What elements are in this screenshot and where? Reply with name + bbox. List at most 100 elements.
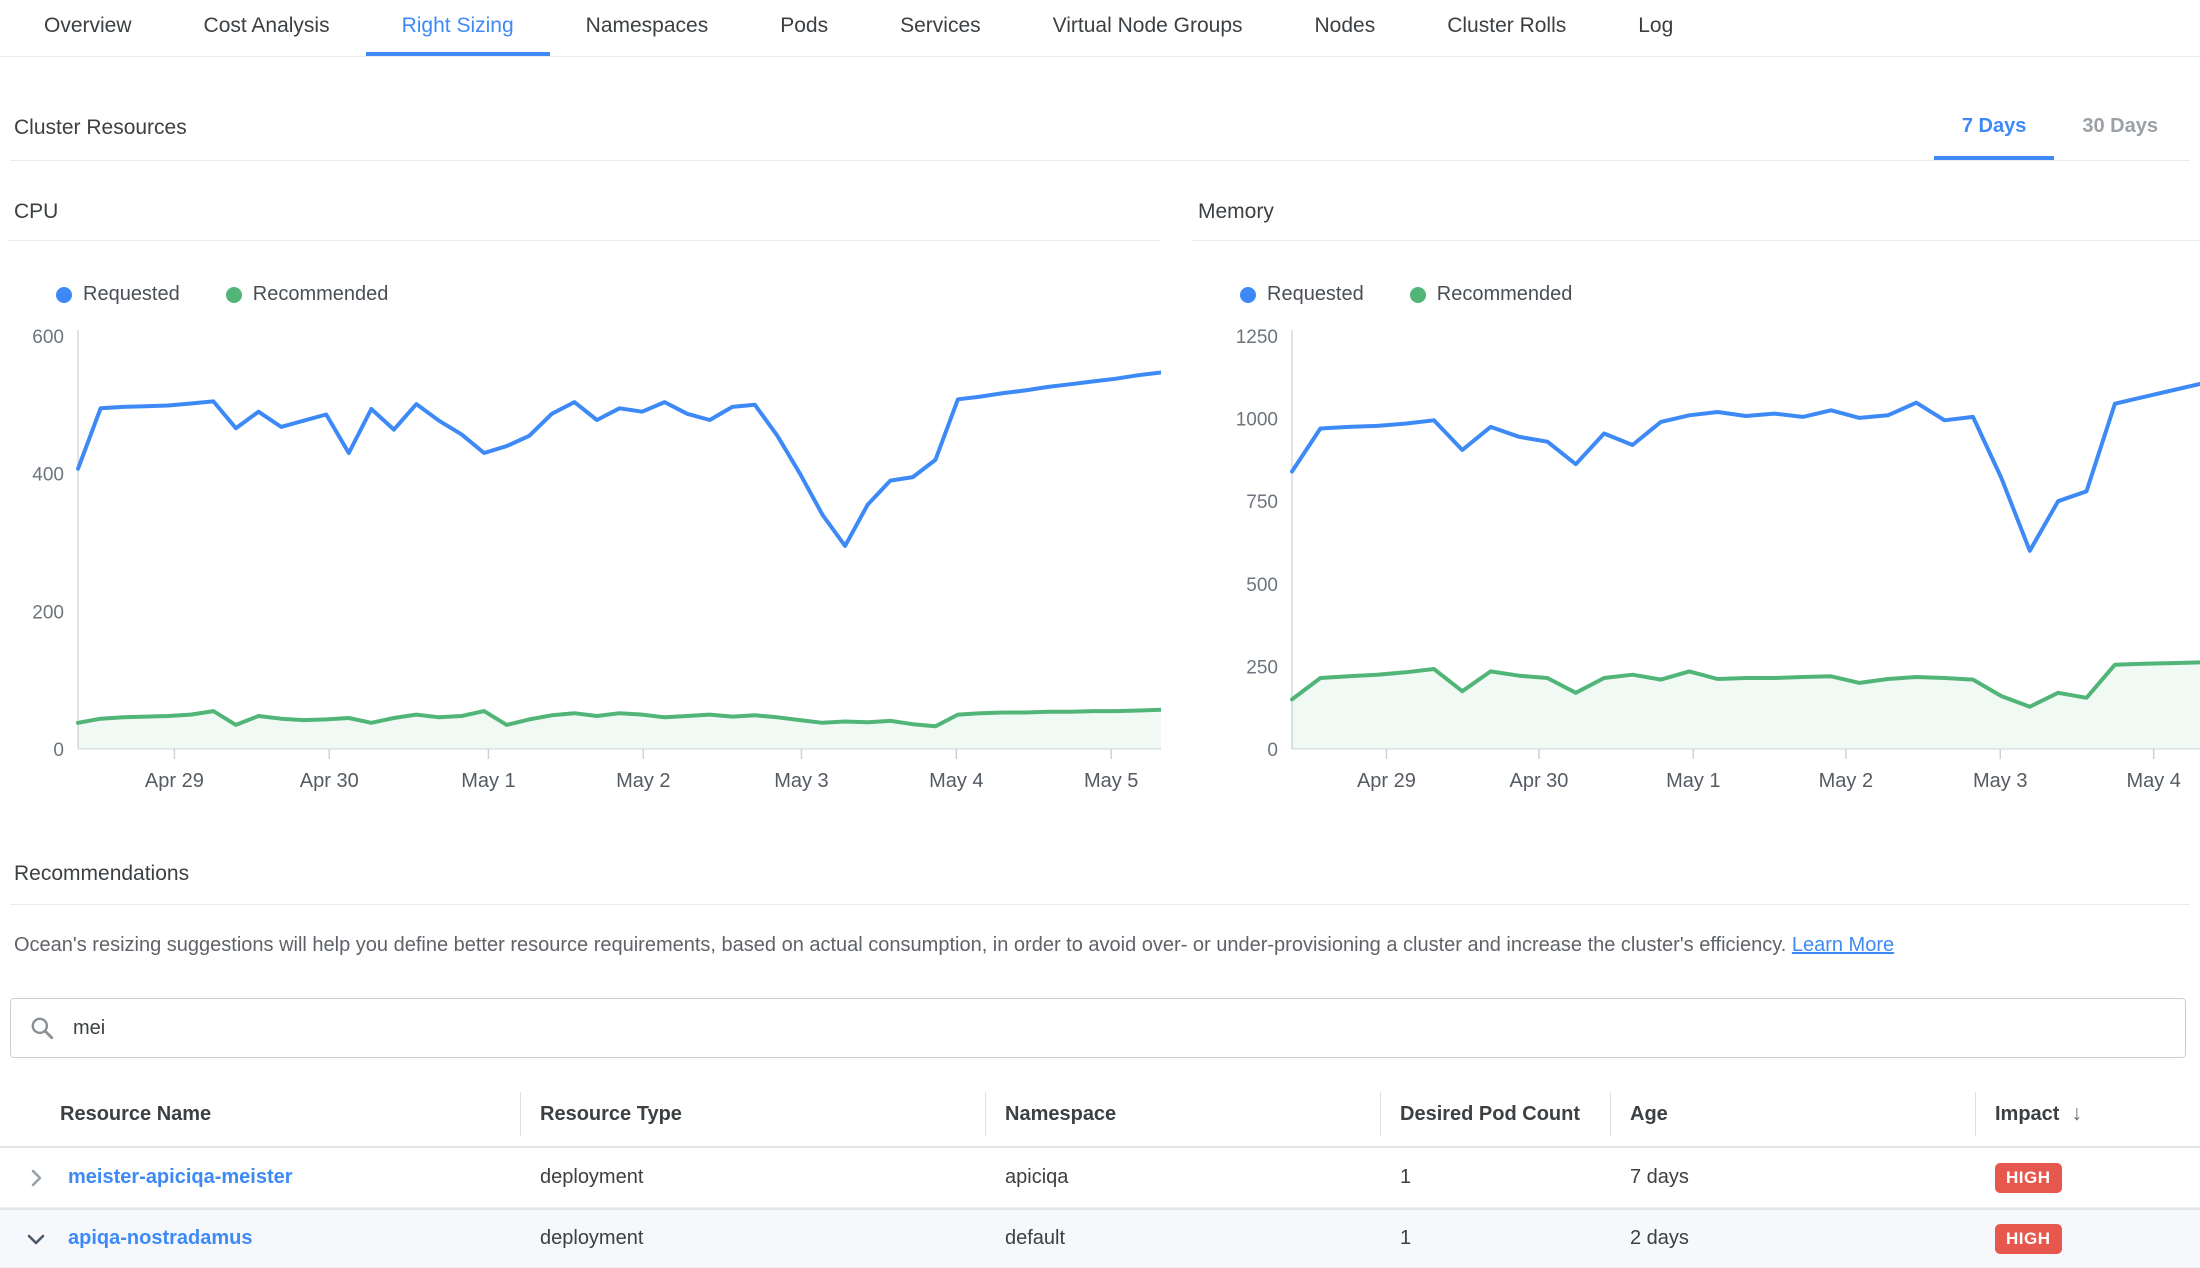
recommended-dot-icon: [226, 287, 242, 303]
sort-desc-icon[interactable]: ↓: [2071, 1102, 2082, 1126]
recommendations-description: Ocean's resizing suggestions will help y…: [10, 931, 2190, 959]
column-header-age[interactable]: Age: [1610, 1082, 1975, 1146]
svg-text:1250: 1250: [1236, 327, 1278, 348]
svg-text:Apr 30: Apr 30: [300, 770, 359, 792]
svg-text:200: 200: [32, 602, 64, 623]
cpu-panel: CPU Requested Recommended 0 200 400 600 Apr …: [8, 186, 1161, 792]
desired-pod-count-cell: 1: [1380, 1227, 1610, 1250]
svg-text:0: 0: [53, 740, 64, 761]
resource-name-link[interactable]: apiqa-nostradamus: [68, 1227, 252, 1250]
column-header-desired-pod-count[interactable]: Desired Pod Count: [1380, 1082, 1610, 1146]
svg-text:May 1: May 1: [461, 770, 515, 792]
svg-text:May 1: May 1: [1666, 770, 1720, 792]
impact-badge: HIGH: [1995, 1224, 2062, 1254]
chevron-down-icon[interactable]: [24, 1227, 48, 1251]
desired-pod-count-cell: 1: [1380, 1166, 1610, 1189]
column-label: Resource Name: [60, 1103, 211, 1126]
tab-virtual-node-groups[interactable]: Virtual Node Groups: [1017, 0, 1279, 56]
table-row[interactable]: meister-apiciqa-meisterdeploymentapiciqa…: [0, 1148, 2200, 1208]
legend-item-recommended: Recommended: [1410, 283, 1573, 306]
column-header-resource-type[interactable]: Resource Type: [520, 1082, 985, 1146]
table-body: meister-apiciqa-meister deployment apiciqa…: [0, 1148, 2200, 1268]
impact-cell: HIGH: [1975, 1224, 2200, 1254]
table-row[interactable]: apiqa-nostradamus deploymentdefault12 day…: [0, 1208, 2200, 1268]
resource-name-link[interactable]: meister-apiciqa-meister: [68, 1166, 293, 1189]
cluster-resources-title: Cluster Resources: [10, 96, 187, 160]
range-30-days[interactable]: 30 Days: [2054, 96, 2186, 160]
svg-text:Apr 29: Apr 29: [145, 770, 204, 792]
cluster-resources-header: Cluster Resources 7 Days30 Days: [10, 96, 2190, 161]
svg-text:May 2: May 2: [616, 770, 670, 792]
legend-item-requested: Requested: [1240, 283, 1364, 306]
requested-dot-icon: [1240, 287, 1256, 303]
namespace-cell: default: [985, 1227, 1380, 1250]
tab-bar: OverviewCost AnalysisRight SizingNamespa…: [0, 0, 2200, 57]
tab-pods[interactable]: Pods: [744, 0, 864, 56]
age-cell: 2 days: [1610, 1227, 1975, 1250]
resource-type-cell: deployment: [520, 1227, 985, 1250]
memory-panel: Memory Requested Recommended 0 250 500 750 1…: [1192, 186, 2200, 792]
cpu-chart: 0 200 400 600 Apr 29 Apr 30 May 1 May 2 May 3 May…: [8, 322, 1161, 792]
column-header-resource-name[interactable]: Resource Name: [0, 1082, 520, 1146]
svg-text:May 3: May 3: [1973, 770, 2027, 792]
legend-label: Recommended: [1437, 283, 1573, 306]
requested-dot-icon: [56, 287, 72, 303]
tab-cluster-rolls[interactable]: Cluster Rolls: [1411, 0, 1602, 56]
cpu-panel-title: CPU: [8, 186, 1161, 241]
svg-text:750: 750: [1246, 492, 1278, 513]
tab-cost-analysis[interactable]: Cost Analysis: [168, 0, 366, 56]
column-header-impact[interactable]: Impact ↓: [1975, 1082, 2200, 1146]
learn-more-link[interactable]: Learn More: [1792, 934, 1894, 956]
recommendations-table: Resource Name Resource Type Namespace Desir…: [0, 1082, 2200, 1268]
recommendations-title: Recommendations: [10, 848, 2190, 905]
range-7-days[interactable]: 7 Days: [1934, 96, 2055, 160]
column-label: Desired Pod Count: [1400, 1103, 1580, 1126]
tab-overview[interactable]: Overview: [8, 0, 168, 56]
tab-nodes[interactable]: Nodes: [1279, 0, 1412, 56]
legend-item-recommended: Recommended: [226, 283, 389, 306]
legend-item-requested: Requested: [56, 283, 180, 306]
svg-text:1000: 1000: [1236, 410, 1278, 431]
svg-text:400: 400: [32, 465, 64, 486]
svg-text:Apr 30: Apr 30: [1510, 770, 1569, 792]
legend-label: Requested: [1267, 283, 1364, 306]
svg-text:May 4: May 4: [2126, 770, 2180, 792]
memory-panel-title: Memory: [1192, 186, 2200, 241]
chevron-right-icon[interactable]: [24, 1166, 48, 1190]
svg-text:May 3: May 3: [774, 770, 828, 792]
memory-chart: 025050075010001250Apr 29Apr 30May 1May 2…: [1192, 322, 2200, 792]
cpu-legend: Requested Recommended: [56, 283, 1161, 306]
column-label: Impact: [1995, 1103, 2059, 1126]
svg-text:0: 0: [1267, 740, 1278, 761]
svg-text:250: 250: [1246, 657, 1278, 678]
tab-right-sizing[interactable]: Right Sizing: [366, 0, 550, 56]
column-label: Namespace: [1005, 1103, 1116, 1126]
resource-name-cell: meister-apiciqa-meister: [0, 1166, 520, 1190]
tab-namespaces[interactable]: Namespaces: [550, 0, 745, 56]
search-box[interactable]: [10, 998, 2186, 1058]
svg-text:Apr 29: Apr 29: [1357, 770, 1416, 792]
svg-text:600: 600: [32, 327, 64, 348]
legend-label: Requested: [83, 283, 180, 306]
column-header-namespace[interactable]: Namespace: [985, 1082, 1380, 1146]
column-label: Age: [1630, 1103, 1668, 1126]
svg-text:500: 500: [1246, 575, 1278, 596]
impact-badge: HIGH: [1995, 1163, 2062, 1193]
tab-log[interactable]: Log: [1602, 0, 1709, 56]
age-cell: 7 days: [1610, 1166, 1975, 1189]
memory-legend: Requested Recommended: [1240, 283, 2200, 306]
svg-text:May 5: May 5: [1084, 770, 1138, 792]
tab-services[interactable]: Services: [864, 0, 1017, 56]
recommendations-text: Ocean's resizing suggestions will help y…: [14, 934, 1792, 956]
impact-cell: HIGH: [1975, 1163, 2200, 1193]
namespace-cell: apiciqa: [985, 1166, 1380, 1189]
svg-text:May 4: May 4: [929, 770, 983, 792]
recommendations-section: Recommendations Ocean's resizing suggest…: [10, 848, 2190, 959]
column-label: Resource Type: [540, 1103, 682, 1126]
resource-name-cell: apiqa-nostradamus: [0, 1227, 520, 1251]
search-icon: [29, 1015, 55, 1041]
legend-label: Recommended: [253, 283, 389, 306]
recommended-dot-icon: [1410, 287, 1426, 303]
search-input[interactable]: [71, 1016, 2167, 1041]
table-header-row: Resource Name Resource Type Namespace Desir…: [0, 1082, 2200, 1148]
